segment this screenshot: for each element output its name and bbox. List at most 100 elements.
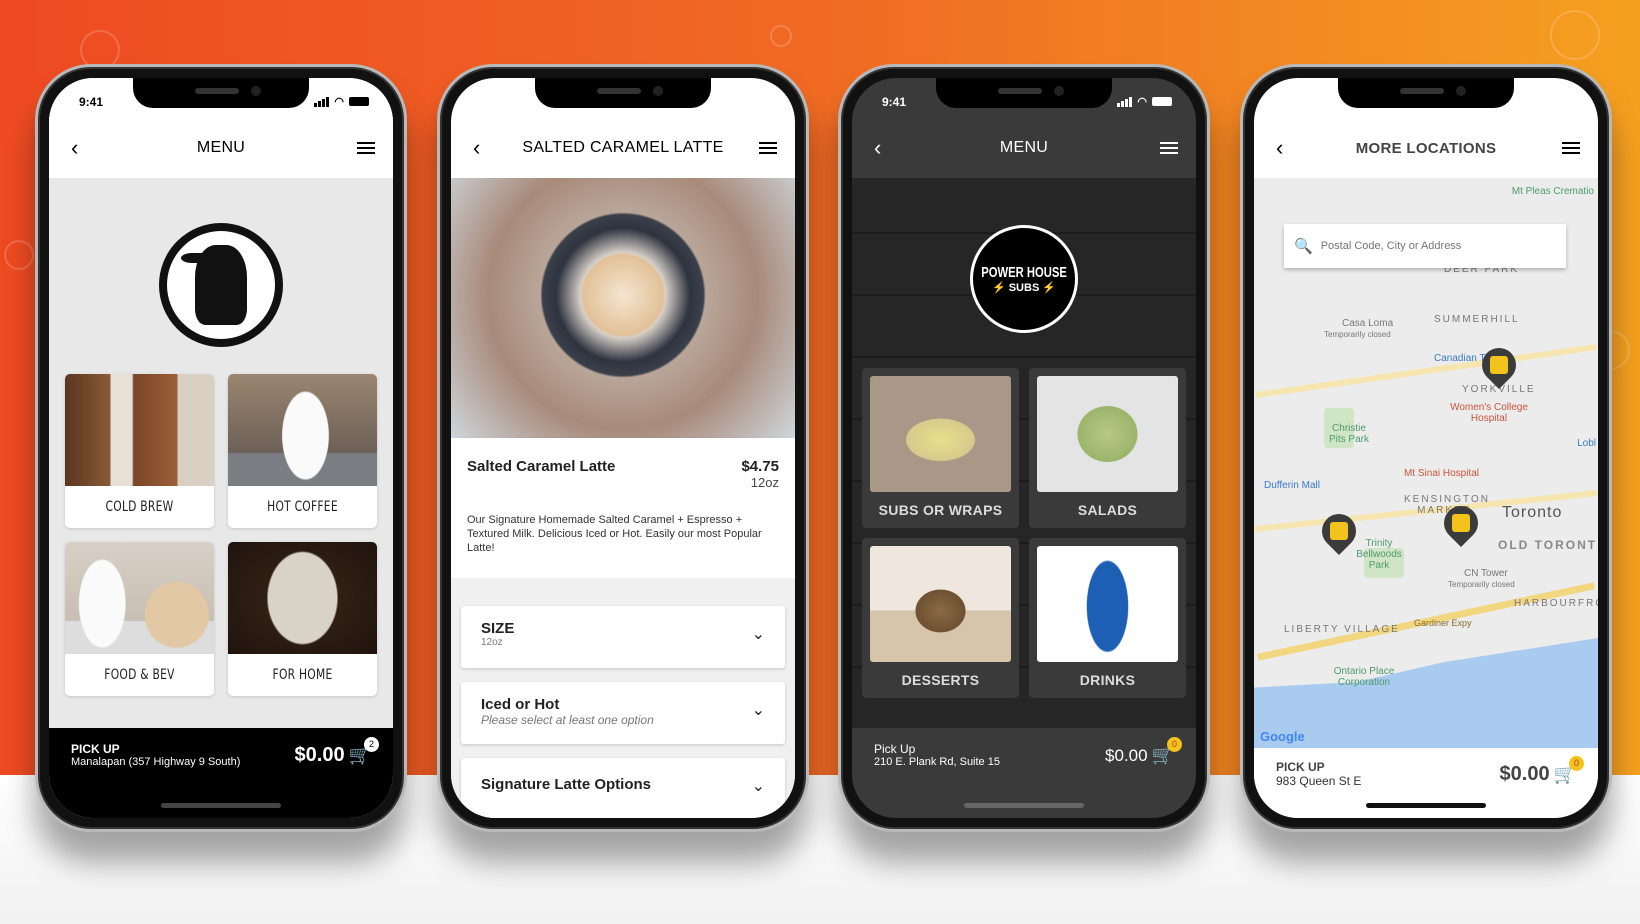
cart-badge: 2 — [364, 736, 379, 752]
option-signature[interactable]: Signature Latte Options ⌄ — [461, 758, 785, 818]
category-tile[interactable]: FOOD & BEV — [65, 542, 214, 696]
cart-total: $0.00 — [1499, 762, 1550, 785]
option-title: Iced or Hot — [481, 696, 560, 713]
item-card: Salted Caramel Latte $4.75 12oz Our Signa… — [451, 438, 795, 578]
back-icon[interactable]: ‹ — [874, 135, 881, 161]
hot-coffee-image — [228, 374, 377, 486]
chevron-down-icon: ⌄ — [751, 702, 765, 719]
pickup-address: 210 E. Plank Rd, Suite 15 — [874, 756, 1000, 768]
page-title: MENU — [196, 139, 246, 156]
phone-more-locations: ‹ MORE LOCATIONS Mt Pleas Crematio DEER … — [1240, 64, 1612, 832]
option-subtitle: Please select at least one option — [481, 713, 654, 727]
option-title: SIZE — [481, 620, 515, 637]
back-icon[interactable]: ‹ — [1276, 135, 1283, 161]
chevron-down-icon: ⌄ — [751, 778, 765, 795]
map-label: CN Tower — [1464, 568, 1508, 579]
category-tile[interactable]: DRINKS — [1029, 538, 1186, 698]
category-label: SALADS — [1077, 502, 1138, 518]
rook-crow-logo — [159, 223, 283, 347]
nav-bar: ‹ MORE LOCATIONS — [1254, 118, 1598, 178]
map-label: Toronto — [1502, 504, 1563, 521]
option-title: Signature Latte Options — [481, 776, 652, 793]
phone-powerhouse-menu: 9:41 ◠ ‹ MENU POWER HOUSE ⚡ SUBS ⚡ SUBS … — [838, 64, 1210, 832]
food-doodle-icon — [1550, 10, 1600, 60]
status-time: 9:41 — [882, 95, 907, 109]
map-label: Temporarily closed — [1324, 330, 1391, 339]
signal-icon — [314, 96, 330, 107]
chevron-down-icon: ⌄ — [751, 626, 765, 643]
google-logo: Google — [1260, 729, 1305, 744]
logo-line2: SUBS — [1008, 282, 1040, 294]
logo-line1: POWER HOUSE — [981, 264, 1067, 281]
cart-total: $0.00 — [1105, 745, 1148, 765]
map-label: Casa Loma — [1342, 318, 1394, 329]
battery-icon — [1152, 97, 1172, 106]
option-iced-or-hot[interactable]: Iced or Hot Please select at least one op… — [461, 682, 785, 744]
category-label: HOT COFFEE — [267, 499, 338, 515]
food-doodle-icon — [4, 240, 34, 270]
category-tile[interactable]: COLD BREW — [65, 374, 214, 528]
map-label: Mt Sinai Hospital — [1404, 468, 1480, 479]
category-label: COLD BREW — [105, 499, 174, 515]
status-time: 9:41 — [79, 95, 104, 109]
location-pin-icon[interactable] — [1474, 340, 1524, 390]
hamburger-menu-icon[interactable] — [1562, 139, 1580, 157]
category-tile[interactable]: DESSERTS — [862, 538, 1019, 698]
options-area: SIZE 12oz ⌄ Iced or Hot Please select at le… — [451, 578, 795, 818]
desserts-image — [870, 546, 1011, 662]
cart-badge: 0 — [1167, 736, 1182, 752]
cart-bar[interactable]: Pick Up 210 E. Plank Rd, Suite 15 $0.00 🛒… — [852, 728, 1196, 818]
map-label: Canadian Ti — [1434, 353, 1488, 364]
pickup-label: PICK UP — [71, 742, 120, 756]
cart-icon[interactable]: 🛒 2 — [349, 736, 379, 766]
map-label: OLD TORONT — [1498, 538, 1598, 552]
category-label: FOR HOME — [272, 667, 333, 683]
cart-icon[interactable]: 🛒 0 — [1152, 736, 1182, 766]
cart-bar[interactable]: PICK UP Manalapan (357 Highway 9 South) … — [49, 728, 393, 818]
category-tile[interactable]: SUBS OR WRAPS — [862, 368, 1019, 528]
hamburger-menu-icon[interactable] — [357, 139, 375, 157]
phone-rook-menu: 9:41 ◠ ‹ MENU COLD BREW HOT COFFEE FOOD … — [35, 64, 407, 832]
back-icon[interactable]: ‹ — [71, 135, 78, 161]
map-label: Mt Pleas Crematio — [1511, 186, 1594, 197]
hamburger-menu-icon[interactable] — [759, 139, 777, 157]
category-grid: COLD BREW HOT COFFEE FOOD & BEV FOR HOME — [65, 374, 377, 696]
location-search-input[interactable] — [1320, 240, 1556, 252]
pickup-address: Manalapan (357 Highway 9 South) — [71, 756, 241, 768]
map-label: Lobl — [1577, 438, 1596, 449]
category-label: SUBS OR WRAPS — [878, 502, 1003, 518]
map-label: Temporarily closed — [1448, 580, 1515, 589]
bolt-icon: ⚡ — [1042, 282, 1057, 294]
wifi-icon: ◠ — [334, 96, 344, 108]
nav-bar: ‹ MENU — [852, 118, 1196, 178]
home-indicator — [1366, 803, 1486, 808]
map-label: Gardiner Expy — [1414, 618, 1472, 628]
signal-icon — [1117, 96, 1133, 107]
category-tile[interactable]: HOT COFFEE — [228, 374, 377, 528]
pickup-address: 983 Queen St E — [1276, 774, 1362, 788]
cart-badge: 0 — [1569, 755, 1584, 771]
item-description: Our Signature Homemade Salted Caramel + … — [467, 514, 762, 554]
map-label: SUMMERHILL — [1434, 314, 1520, 325]
category-tile[interactable]: SALADS — [1029, 368, 1186, 528]
map-label: LIBERTY VILLAGE — [1284, 624, 1400, 635]
food-doodle-icon — [770, 25, 792, 47]
bolt-icon: ⚡ — [991, 282, 1006, 294]
back-icon[interactable]: ‹ — [473, 135, 480, 161]
map-label: Christie Pits Park — [1328, 423, 1369, 445]
phone-item-detail: ‹ SALTED CARAMEL LATTE Salted Caramel La… — [437, 64, 809, 832]
option-size[interactable]: SIZE 12oz ⌄ — [461, 606, 785, 668]
category-tile[interactable]: FOR HOME — [228, 542, 377, 696]
location-search[interactable]: 🔍 — [1284, 224, 1566, 268]
latte-hero-image — [451, 178, 795, 438]
notch — [936, 78, 1112, 108]
screen: ‹ MORE LOCATIONS Mt Pleas Crematio DEER … — [1254, 78, 1598, 818]
cart-icon[interactable]: 🛒 0 — [1554, 755, 1584, 785]
cart-bar[interactable]: PICK UP 983 Queen St E $0.00 🛒 0 — [1254, 748, 1598, 818]
screen: ‹ SALTED CARAMEL LATTE Salted Caramel La… — [451, 78, 795, 818]
category-grid: SUBS OR WRAPS SALADS DESSERTS DRINKS — [862, 368, 1186, 698]
option-subtitle: 12oz — [481, 637, 503, 648]
battery-icon — [349, 97, 369, 106]
hamburger-menu-icon[interactable] — [1160, 139, 1178, 157]
category-label: FOOD & BEV — [104, 667, 175, 683]
